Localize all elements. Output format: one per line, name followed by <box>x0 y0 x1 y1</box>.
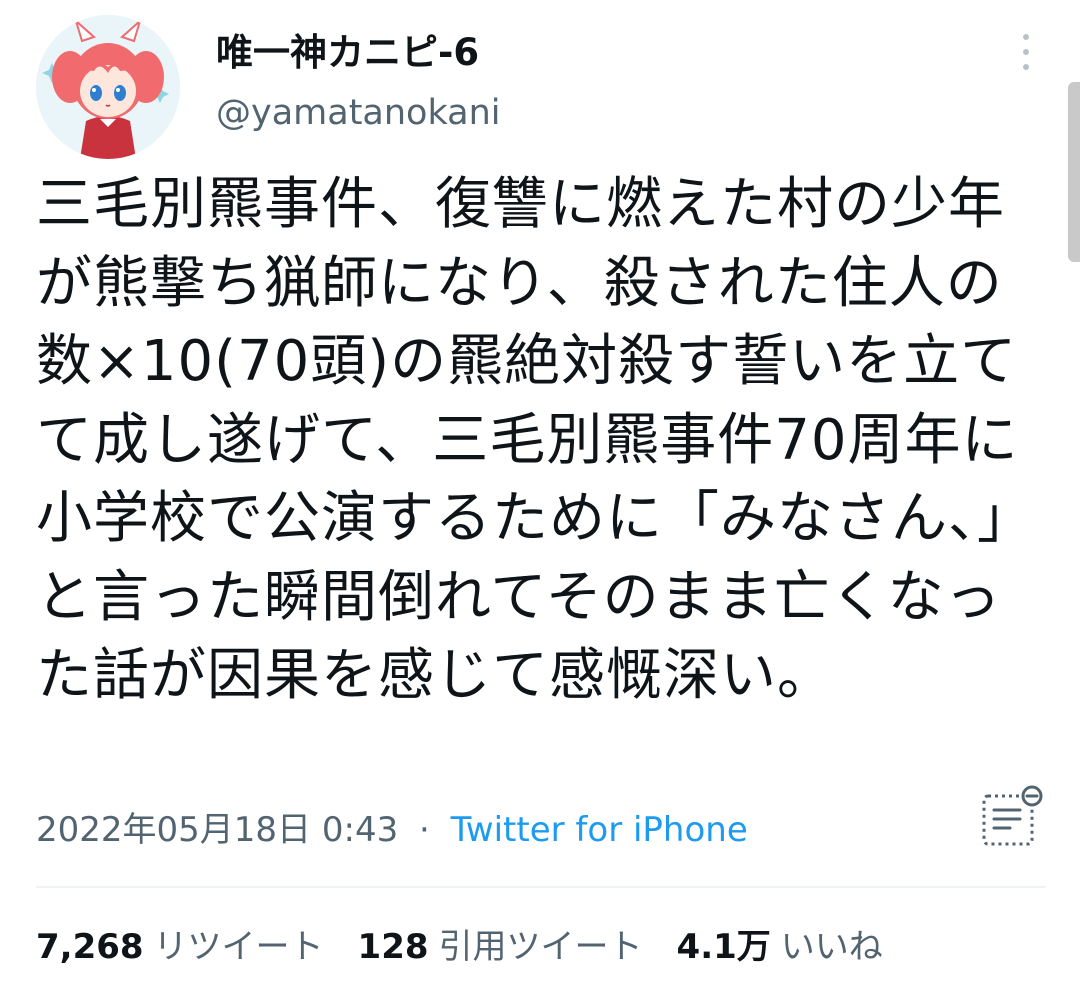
more-dot <box>1023 34 1029 40</box>
more-dot <box>1023 49 1029 55</box>
vertical-dots-icon[interactable] <box>1006 30 1046 74</box>
avatar[interactable] <box>36 15 180 159</box>
tweet-meta: 2022年05月18日 0:43 · Twitter for iPhone <box>36 806 748 854</box>
meta-separator: · <box>419 810 430 850</box>
quotes-count: 128 <box>357 927 429 967</box>
retweets-label: リツイート <box>153 927 324 967</box>
more-dot <box>1023 64 1029 70</box>
anime-girl-avatar-icon <box>36 15 180 159</box>
quotes-label: 引用ツイート <box>438 927 643 967</box>
source-link[interactable]: Twitter for iPhone <box>451 810 748 850</box>
divider <box>36 886 1046 888</box>
quotes-stat[interactable]: 128 引用ツイート <box>358 922 643 972</box>
analytics-icon[interactable] <box>976 782 1046 852</box>
likes-label: いいね <box>780 927 883 967</box>
scrollbar[interactable] <box>1068 82 1080 262</box>
likes-stat[interactable]: 4.1万 いいね <box>677 922 883 972</box>
user-handle[interactable]: @yamatanokani <box>216 90 500 136</box>
engagement-stats: 7,268 リツイート 128 引用ツイート 4.1万 いいね <box>36 922 917 972</box>
tweet-text: 三毛別羆事件、復讐に燃えた村の少年が熊撃ち猟師になり、殺された住人の数×10(7… <box>36 172 1034 708</box>
likes-count: 4.1万 <box>676 927 771 967</box>
display-name[interactable]: 唯一神カニピ-6 <box>216 28 479 78</box>
timestamp[interactable]: 2022年05月18日 0:43 <box>36 810 398 850</box>
retweets-count: 7,268 <box>36 927 144 967</box>
retweets-stat[interactable]: 7,268 リツイート <box>36 922 324 972</box>
